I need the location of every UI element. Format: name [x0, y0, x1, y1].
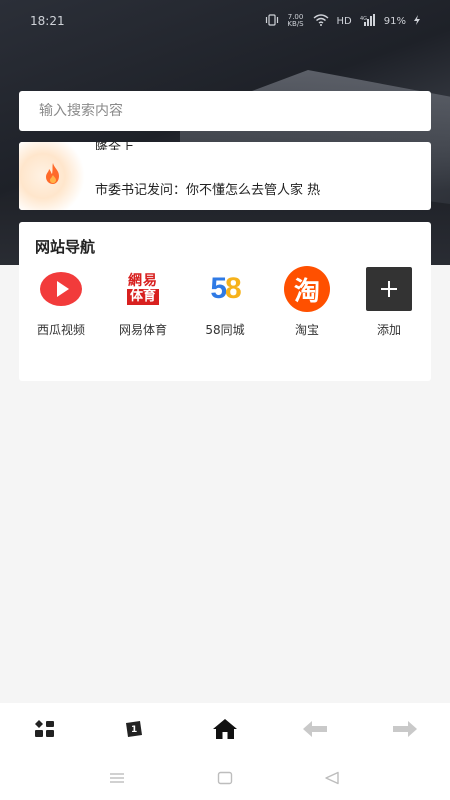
plus-icon: [366, 267, 412, 311]
home-icon: [212, 718, 238, 744]
hot-news-line-top: 隆全上: [95, 142, 135, 150]
nav-item-label: 西瓜视频: [36, 323, 85, 337]
hd-indicator: HD: [336, 15, 352, 27]
nav-item-taobao[interactable]: 淘 淘宝: [265, 266, 349, 338]
back-button[interactable]: [270, 703, 360, 758]
signal-icon: 4G: [360, 13, 376, 29]
nav-item-netease-sports[interactable]: 網易 体育 网易体育: [101, 266, 185, 338]
hot-news-headline[interactable]: 市委书记发问：你不懂怎么去管人家 热: [95, 182, 395, 196]
status-bar: 18:21 7.00 KB/S HD 4G 91%: [0, 0, 450, 42]
add-button[interactable]: [366, 266, 412, 312]
network-speed: 7.00 KB/S: [287, 13, 304, 28]
nav-title: 网站导航: [35, 238, 96, 256]
58-tongcheng-icon: 58: [210, 272, 241, 305]
forward-arrow-icon: [392, 720, 418, 742]
charging-icon: [414, 14, 420, 28]
wifi-icon: [313, 13, 329, 29]
nav-item-xigua[interactable]: 西瓜视频: [19, 266, 103, 338]
fire-icon: [42, 162, 64, 190]
apps-icon: [34, 719, 56, 743]
svg-text:4G: 4G: [360, 16, 367, 22]
status-icons: 7.00 KB/S HD 4G 91%: [265, 13, 420, 29]
menu-icon[interactable]: [109, 770, 125, 789]
home-button[interactable]: [180, 703, 270, 758]
nav-item-label: 网易体育: [118, 323, 167, 337]
forward-button[interactable]: [360, 703, 450, 758]
nav-items: 西瓜视频 網易 体育 网易体育 58 58同城 淘 淘宝 添加: [19, 266, 431, 338]
back-arrow-icon: [302, 720, 328, 742]
vibrate-icon: [265, 13, 279, 29]
hot-news-card[interactable]: 隆全上 市委书记发问：你不懂怎么去管人家 热: [19, 142, 431, 210]
website-nav-card: 网站导航 西瓜视频 網易 体育 网易体育 58 58同城 淘 淘宝 添加: [19, 222, 431, 381]
hot-badge: [19, 142, 87, 210]
back-triangle-icon[interactable]: [324, 770, 340, 789]
nav-item-label: 添加: [376, 323, 401, 337]
battery-level: 91%: [383, 15, 406, 27]
netease-sports-icon: 網易 体育: [126, 273, 159, 305]
apps-button[interactable]: [0, 703, 90, 758]
system-navigation-bar: [0, 758, 450, 800]
tabs-button[interactable]: 1: [90, 703, 180, 758]
home-square-icon[interactable]: [217, 770, 233, 789]
nav-item-label: 淘宝: [294, 323, 319, 337]
nav-item-add[interactable]: 添加: [347, 266, 431, 338]
nav-item-58[interactable]: 58 58同城: [183, 266, 267, 338]
cards-icon: 1: [124, 719, 146, 743]
xigua-video-icon: [38, 266, 84, 312]
nav-item-label: 58同城: [205, 323, 245, 337]
svg-text:1: 1: [131, 725, 137, 735]
status-time: 18:21: [30, 14, 65, 28]
bottom-toolbar: 1: [0, 703, 450, 758]
search-bar[interactable]: [19, 91, 431, 131]
taobao-icon: 淘: [284, 266, 330, 312]
search-input[interactable]: [39, 103, 399, 119]
